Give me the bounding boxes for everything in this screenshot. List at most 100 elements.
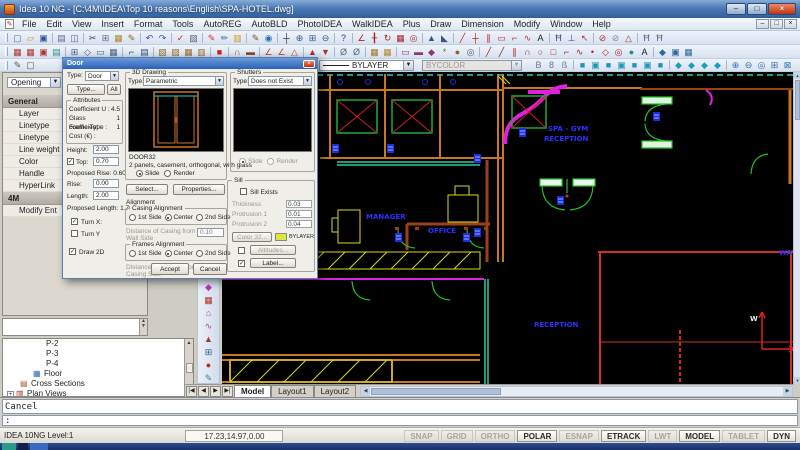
accept-button[interactable]: Accept (151, 263, 189, 275)
move-icon[interactable]: ╂ (368, 32, 381, 44)
sofa-tool-icon[interactable]: ▬ (412, 46, 425, 58)
zoom-window-icon[interactable]: ⊞ (306, 32, 319, 44)
radio-option-center[interactable]: Center (165, 214, 194, 221)
taskbar-item[interactable] (2, 443, 16, 450)
tab-layout1[interactable]: Layout1 (271, 385, 313, 397)
font-size-icon[interactable]: 8 (545, 59, 558, 71)
pan-icon[interactable]: ┼ (280, 32, 293, 44)
solid-view-2-icon[interactable]: ▣ (589, 59, 602, 71)
scroll-left-icon[interactable]: ◀ (361, 387, 370, 396)
radio-option-2nd-side[interactable]: 2nd Side (196, 250, 231, 257)
tree-item-p-3[interactable]: P-3 (3, 349, 193, 359)
status-toggle-dyn[interactable]: DYN (767, 430, 796, 442)
rect-room-icon[interactable]: ▭ (94, 46, 107, 58)
radio-option-render[interactable]: Render (164, 170, 194, 177)
radio-2nd-side-icon[interactable] (196, 250, 203, 257)
rise-field[interactable]: 0.00 (93, 179, 119, 188)
beam-section-icon[interactable]: Ħ (640, 32, 653, 44)
top-field[interactable]: 0.70 (93, 157, 119, 166)
scrollbar-thumb[interactable] (795, 80, 800, 120)
markup-pen-icon[interactable]: ✏ (218, 32, 231, 44)
zoom-out-tool-icon[interactable]: ⊖ (742, 59, 755, 71)
status-toggle-model[interactable]: MODEL (679, 430, 720, 442)
save-icon[interactable]: ▣ (37, 32, 50, 44)
donut-draw-icon[interactable]: ◎ (612, 46, 625, 58)
protrusion-1-field[interactable]: 0.01 (286, 210, 312, 218)
plot-preview-icon[interactable]: ▨ (187, 32, 200, 44)
maximize-button[interactable]: □ (747, 3, 767, 15)
pitch-tool-icon[interactable]: △ (288, 46, 301, 58)
hatch-draw-icon[interactable]: ● (625, 46, 638, 58)
grid-tool-icon[interactable]: ⊞ (68, 46, 81, 58)
linetype-combo[interactable]: BYLAYER ▼ (319, 60, 414, 71)
mini-scrollbar[interactable]: ▲▼ (139, 319, 147, 335)
properties-button[interactable]: Properties... (173, 184, 225, 195)
diamond-tool-icon[interactable]: ◆ (656, 46, 669, 58)
altitudes-checkbox[interactable] (238, 247, 245, 254)
block-tool-icon[interactable]: ▦ (182, 46, 195, 58)
array-icon[interactable]: ▦ (394, 32, 407, 44)
status-toggle-etrack[interactable]: ETRACK (601, 430, 646, 442)
level-tool-icon[interactable]: ▤ (50, 46, 63, 58)
label-button[interactable]: Label... (250, 258, 296, 268)
dim-vtool-3-icon[interactable]: ◆ (201, 281, 217, 294)
menu-item-file[interactable]: File (17, 19, 42, 29)
radio-render-icon[interactable] (164, 170, 171, 177)
print-icon[interactable]: ▤ (55, 32, 68, 44)
tree-item-p-4[interactable]: P-4 (3, 359, 193, 369)
roof-tool-icon[interactable]: ∩ (231, 46, 244, 58)
window-tool-icon[interactable]: ▦ (107, 46, 120, 58)
no-plot-icon[interactable]: ⊘ (596, 32, 609, 44)
select-button[interactable]: Select... (126, 184, 168, 195)
chevron-down-icon[interactable]: ▼ (303, 77, 311, 85)
close-button[interactable]: × (768, 3, 796, 15)
sill-color-swatch[interactable] (275, 233, 287, 241)
3d-type-combo[interactable]: Parametric ▼ (143, 76, 224, 86)
polyline-icon[interactable]: ∿ (521, 32, 534, 44)
circle-draw-icon[interactable]: ○ (534, 46, 547, 58)
radio-option-render[interactable]: Render (267, 158, 297, 165)
chevron-down-icon[interactable]: ▼ (50, 78, 60, 87)
top-checkbox[interactable]: ✓ (67, 158, 74, 165)
document-icon[interactable]: ✎ (5, 19, 14, 29)
mdi-close-button[interactable]: × (784, 19, 797, 29)
home-vtool-3-icon[interactable]: ⌂ (201, 307, 217, 320)
solid-box-icon[interactable]: ▲ (425, 32, 438, 44)
radio-center-icon[interactable] (165, 250, 172, 257)
menu-item-insert[interactable]: Insert (96, 19, 129, 29)
beam-icon[interactable]: Ħ (552, 32, 565, 44)
layer-palette-icon[interactable]: ▥ (231, 32, 244, 44)
shutters-type-combo[interactable]: Does not Exist ▼ (248, 76, 312, 86)
toolbar-handle[interactable] (5, 33, 8, 42)
lamp-tool-icon[interactable]: ● (451, 46, 464, 58)
arc-draw-icon[interactable]: ∩ (521, 46, 534, 58)
plant-tool-icon[interactable]: * (438, 46, 451, 58)
casing-distance-field[interactable]: 0.10 (197, 228, 224, 237)
status-toggle-esnap[interactable]: ESNAP (559, 430, 599, 442)
object-snap-icon[interactable]: ◎ (407, 32, 420, 44)
all-button[interactable]: All (107, 84, 121, 95)
face-tool-icon[interactable]: ◣ (438, 32, 451, 44)
turn-y-checkbox[interactable] (71, 230, 78, 237)
no-show-icon[interactable]: ⊘ (609, 32, 622, 44)
table-tool-icon[interactable]: ▦ (368, 46, 381, 58)
new-icon[interactable]: ▢ (11, 32, 24, 44)
spell-check-icon[interactable]: ✓ (174, 32, 187, 44)
menu-item-plus[interactable]: Plus (398, 19, 426, 29)
command-input-line[interactable]: : (2, 415, 798, 426)
grid-vtool-3-icon[interactable]: ⊞ (201, 346, 217, 359)
tree-item-p-2[interactable]: P-2 (3, 339, 193, 349)
radio-option-slide[interactable]: Slide (239, 158, 262, 165)
diameter-tool-2-icon[interactable]: Ø (350, 46, 363, 58)
door-type-combo[interactable]: Door ▼ (85, 71, 119, 81)
corner-tool-icon[interactable]: ⌐ (125, 46, 138, 58)
draw-2d-checkbox[interactable]: ✓ (69, 248, 76, 255)
tab-prev-button[interactable]: ◀ (198, 386, 209, 397)
scrollbar-thumb[interactable] (371, 388, 501, 395)
tab-next-button[interactable]: ▶ (210, 386, 221, 397)
radio-option-2nd-side[interactable]: 2nd Side (196, 214, 231, 221)
radio-2nd-side-icon[interactable] (196, 214, 203, 221)
measure-angle-icon[interactable]: ∠ (355, 32, 368, 44)
coordinates-readout[interactable]: 17.23,14.97,0.00 (185, 430, 283, 442)
height-field[interactable]: 2.00 (93, 145, 119, 154)
